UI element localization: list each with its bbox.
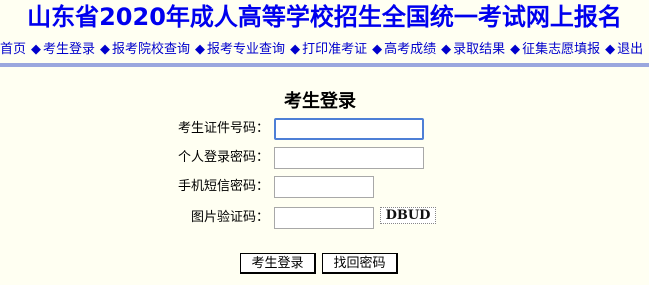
nav-item-logout[interactable]: 退出 <box>617 42 643 57</box>
login-title: 考生登录 <box>284 91 356 112</box>
nav-item-exam-scores[interactable]: 高考成绩 <box>384 42 436 57</box>
captcha-image[interactable]: DBUD <box>380 207 436 224</box>
nav-separator: ◆ <box>290 42 301 57</box>
sms-code-label: 手机短信密码： <box>177 179 269 194</box>
id-number-label: 考生证件号码： <box>177 121 269 136</box>
password-label: 个人登录密码： <box>177 150 269 165</box>
nav-item-admission-results[interactable]: 录取结果 <box>453 42 505 57</box>
nav-separator: ◆ <box>605 42 616 57</box>
sms-code-input[interactable] <box>274 176 374 198</box>
nav-separator: ◆ <box>100 42 111 57</box>
id-number-input[interactable] <box>274 118 424 140</box>
nav-separator: ◆ <box>31 42 42 57</box>
nav-item-major-query[interactable]: 报考专业查询 <box>207 42 285 57</box>
header-divider <box>0 63 649 67</box>
page-title: 山东省2020年成人高等学校招生全国统一考试网上报名 <box>27 3 622 31</box>
nav-item-school-query[interactable]: 报考院校查询 <box>112 42 190 57</box>
nav-separator: ◆ <box>510 42 521 57</box>
captcha-input[interactable] <box>274 207 374 229</box>
nav-separator: ◆ <box>372 42 383 57</box>
nav-separator: ◆ <box>441 42 452 57</box>
login-button[interactable]: 考生登录 <box>240 253 316 274</box>
nav-item-student-login[interactable]: 考生登录 <box>43 42 95 57</box>
nav-item-supplementary-application[interactable]: 征集志愿填报 <box>522 42 600 57</box>
nav-separator: ◆ <box>195 42 206 57</box>
captcha-label: 图片验证码： <box>190 210 269 225</box>
password-input[interactable] <box>274 147 424 169</box>
nav-item-print-admission-ticket[interactable]: 打印准考证 <box>302 42 367 57</box>
page: 山东省2020年成人高等学校招生全国统一考试网上报名 首页 ◆ 考生登录 ◆ 报考院校查… <box>0 0 649 285</box>
recover-password-button[interactable]: 找回密码 <box>322 253 398 274</box>
top-nav: 首页 ◆ 考生登录 ◆ 报考院校查询 ◆ 报考专业查询 ◆ 打印准考证 ◆ 高考成绩 ◆ 录取结果 ◆ 征集… <box>0 40 649 60</box>
nav-item-home[interactable]: 首页 <box>0 42 26 57</box>
